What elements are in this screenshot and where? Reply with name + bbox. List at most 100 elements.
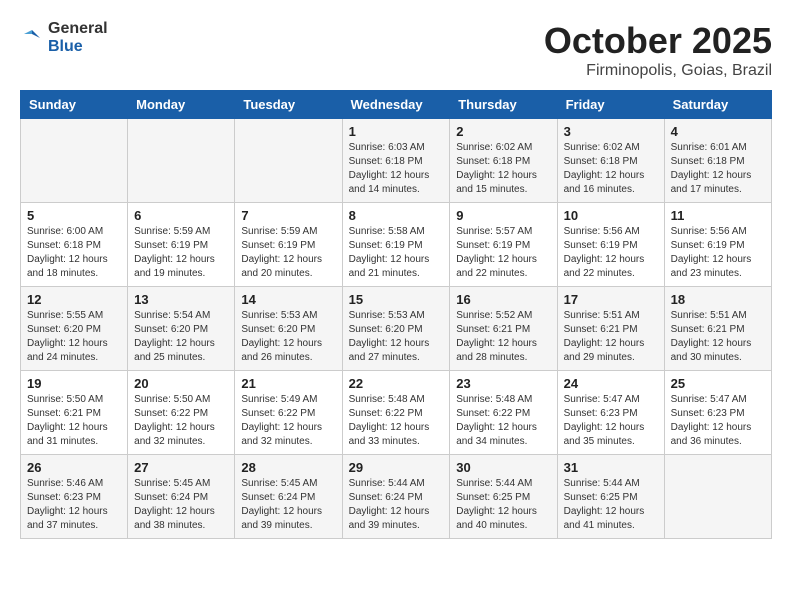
calendar-cell: 18Sunrise: 5:51 AM Sunset: 6:21 PM Dayli…: [664, 287, 771, 371]
calendar-cell: [128, 119, 235, 203]
day-info: Sunrise: 5:46 AM Sunset: 6:23 PM Dayligh…: [27, 477, 121, 533]
calendar-cell: 15 Sunrise: 5:53 AM Sunset: 6:20 PM Dayli…: [342, 287, 450, 371]
calendar-table: SundayMondayTuesdayWednesdayThursdayFrid…: [20, 90, 772, 539]
day-number: 17: [564, 292, 658, 307]
day-info: Sunrise: 5:50 AM Sunset: 6:21 PM Dayligh…: [27, 393, 121, 449]
calendar-cell: [664, 455, 771, 539]
calendar-cell: 31 Sunrise: 5:44 AM Sunset: 6:25 PM Dayli…: [557, 455, 664, 539]
day-number: 2: [456, 124, 550, 139]
day-info: Sunrise: 5:53 AM Sunset: 6:20 PM Dayligh…: [349, 309, 444, 365]
calendar-week-2: 5 Sunrise: 6:00 AM Sunset: 6:18 PM Daylig…: [21, 203, 772, 287]
day-info: Sunrise: 5:56 AM Sunset: 6:19 PM Dayligh…: [564, 225, 658, 281]
day-number: 24: [564, 376, 658, 391]
calendar-week-4: 19 Sunrise: 5:50 AM Sunset: 6:21 PM Dayli…: [21, 371, 772, 455]
calendar-cell: 10 Sunrise: 5:56 AM Sunset: 6:19 PM Dayli…: [557, 203, 664, 287]
calendar-week-5: 26 Sunrise: 5:46 AM Sunset: 6:23 PM Dayli…: [21, 455, 772, 539]
day-number: 11: [671, 208, 765, 223]
day-info: Sunrise: 6:02 AM Sunset: 6:18 PM Dayligh…: [564, 141, 658, 197]
location: Firminopolis, Goias, Brazil: [544, 62, 772, 80]
calendar-cell: 21Sunrise: 5:49 AM Sunset: 6:22 PM Dayli…: [235, 371, 342, 455]
logo-icon: [20, 26, 44, 50]
calendar-cell: 30 Sunrise: 5:44 AM Sunset: 6:25 PM Dayli…: [450, 455, 557, 539]
calendar-cell: 17 Sunrise: 5:51 AM Sunset: 6:21 PM Dayli…: [557, 287, 664, 371]
calendar-cell: 22 Sunrise: 5:48 AM Sunset: 6:22 PM Dayli…: [342, 371, 450, 455]
day-number: 1: [349, 124, 444, 139]
day-info: Sunrise: 5:52 AM Sunset: 6:21 PM Dayligh…: [456, 309, 550, 365]
day-number: 25: [671, 376, 765, 391]
weekday-header-row: SundayMondayTuesdayWednesdayThursdayFrid…: [21, 91, 772, 119]
day-number: 7: [241, 208, 335, 223]
weekday-header-sunday: Sunday: [21, 91, 128, 119]
day-info: Sunrise: 5:56 AM Sunset: 6:19 PM Dayligh…: [671, 225, 765, 281]
calendar-cell: 11 Sunrise: 5:56 AM Sunset: 6:19 PM Dayli…: [664, 203, 771, 287]
day-number: 31: [564, 460, 658, 475]
day-number: 8: [349, 208, 444, 223]
day-number: 4: [671, 124, 765, 139]
calendar-body: 1 Sunrise: 6:03 AM Sunset: 6:18 PM Daylig…: [21, 119, 772, 539]
logo-blue: Blue: [48, 38, 108, 56]
weekday-header-wednesday: Wednesday: [342, 91, 450, 119]
day-number: 6: [134, 208, 228, 223]
day-number: 15: [349, 292, 444, 307]
day-info: Sunrise: 5:45 AM Sunset: 6:24 PM Dayligh…: [134, 477, 228, 533]
day-info: Sunrise: 5:47 AM Sunset: 6:23 PM Dayligh…: [564, 393, 658, 449]
title-block: October 2025 Firminopolis, Goias, Brazil: [544, 20, 772, 80]
logo-text: General Blue: [48, 20, 108, 55]
calendar-week-3: 12Sunrise: 5:55 AM Sunset: 6:20 PM Dayli…: [21, 287, 772, 371]
day-number: 21: [241, 376, 335, 391]
day-number: 10: [564, 208, 658, 223]
page-header: General Blue October 2025 Firminopolis, …: [20, 20, 772, 80]
day-number: 19: [27, 376, 121, 391]
calendar-cell: 29 Sunrise: 5:44 AM Sunset: 6:24 PM Dayli…: [342, 455, 450, 539]
day-info: Sunrise: 5:53 AM Sunset: 6:20 PM Dayligh…: [241, 309, 335, 365]
calendar-cell: 26 Sunrise: 5:46 AM Sunset: 6:23 PM Dayli…: [21, 455, 128, 539]
calendar-cell: 28 Sunrise: 5:45 AM Sunset: 6:24 PM Dayli…: [235, 455, 342, 539]
day-info: Sunrise: 6:02 AM Sunset: 6:18 PM Dayligh…: [456, 141, 550, 197]
calendar-cell: 3 Sunrise: 6:02 AM Sunset: 6:18 PM Daylig…: [557, 119, 664, 203]
day-info: Sunrise: 6:00 AM Sunset: 6:18 PM Dayligh…: [27, 225, 121, 281]
day-number: 5: [27, 208, 121, 223]
day-info: Sunrise: 5:59 AM Sunset: 6:19 PM Dayligh…: [241, 225, 335, 281]
day-info: Sunrise: 5:44 AM Sunset: 6:25 PM Dayligh…: [564, 477, 658, 533]
calendar-cell: 23Sunrise: 5:48 AM Sunset: 6:22 PM Dayli…: [450, 371, 557, 455]
day-info: Sunrise: 5:57 AM Sunset: 6:19 PM Dayligh…: [456, 225, 550, 281]
calendar-cell: 7 Sunrise: 5:59 AM Sunset: 6:19 PM Daylig…: [235, 203, 342, 287]
weekday-header-saturday: Saturday: [664, 91, 771, 119]
day-info: Sunrise: 6:03 AM Sunset: 6:18 PM Dayligh…: [349, 141, 444, 197]
day-number: 28: [241, 460, 335, 475]
day-number: 26: [27, 460, 121, 475]
calendar-header: SundayMondayTuesdayWednesdayThursdayFrid…: [21, 91, 772, 119]
calendar-cell: 5 Sunrise: 6:00 AM Sunset: 6:18 PM Daylig…: [21, 203, 128, 287]
day-info: Sunrise: 5:58 AM Sunset: 6:19 PM Dayligh…: [349, 225, 444, 281]
calendar-cell: 24 Sunrise: 5:47 AM Sunset: 6:23 PM Dayli…: [557, 371, 664, 455]
day-info: Sunrise: 5:45 AM Sunset: 6:24 PM Dayligh…: [241, 477, 335, 533]
calendar-cell: 16Sunrise: 5:52 AM Sunset: 6:21 PM Dayli…: [450, 287, 557, 371]
day-info: Sunrise: 5:59 AM Sunset: 6:19 PM Dayligh…: [134, 225, 228, 281]
day-number: 3: [564, 124, 658, 139]
day-number: 29: [349, 460, 444, 475]
month-title: October 2025: [544, 20, 772, 62]
day-info: Sunrise: 5:51 AM Sunset: 6:21 PM Dayligh…: [564, 309, 658, 365]
calendar-cell: 25 Sunrise: 5:47 AM Sunset: 6:23 PM Dayli…: [664, 371, 771, 455]
day-info: Sunrise: 5:44 AM Sunset: 6:24 PM Dayligh…: [349, 477, 444, 533]
day-number: 20: [134, 376, 228, 391]
day-number: 12: [27, 292, 121, 307]
calendar-cell: 19 Sunrise: 5:50 AM Sunset: 6:21 PM Dayli…: [21, 371, 128, 455]
calendar-cell: 4Sunrise: 6:01 AM Sunset: 6:18 PM Daylig…: [664, 119, 771, 203]
day-number: 27: [134, 460, 228, 475]
calendar-cell: [235, 119, 342, 203]
day-info: Sunrise: 5:50 AM Sunset: 6:22 PM Dayligh…: [134, 393, 228, 449]
calendar-cell: 1 Sunrise: 6:03 AM Sunset: 6:18 PM Daylig…: [342, 119, 450, 203]
calendar-cell: 27 Sunrise: 5:45 AM Sunset: 6:24 PM Dayli…: [128, 455, 235, 539]
day-number: 22: [349, 376, 444, 391]
day-info: Sunrise: 5:48 AM Sunset: 6:22 PM Dayligh…: [349, 393, 444, 449]
day-info: Sunrise: 5:48 AM Sunset: 6:22 PM Dayligh…: [456, 393, 550, 449]
day-number: 30: [456, 460, 550, 475]
weekday-header-thursday: Thursday: [450, 91, 557, 119]
day-info: Sunrise: 5:47 AM Sunset: 6:23 PM Dayligh…: [671, 393, 765, 449]
day-number: 18: [671, 292, 765, 307]
day-number: 14: [241, 292, 335, 307]
weekday-header-tuesday: Tuesday: [235, 91, 342, 119]
calendar-cell: 2 Sunrise: 6:02 AM Sunset: 6:18 PM Daylig…: [450, 119, 557, 203]
day-info: Sunrise: 5:44 AM Sunset: 6:25 PM Dayligh…: [456, 477, 550, 533]
